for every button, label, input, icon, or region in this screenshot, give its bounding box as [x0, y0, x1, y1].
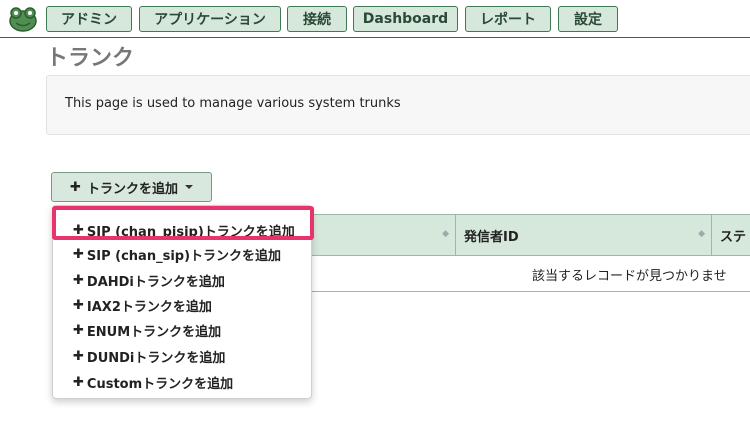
add-trunk-label: トランクを追加 — [86, 181, 178, 197]
menu-item-dahdi[interactable]: ✚ DAHDiトランクを追加 — [53, 268, 311, 292]
menu-item-sip-chan-sip[interactable]: ✚ SIP (chan_sip)トランクを追加 — [53, 242, 311, 266]
nav-reports[interactable]: レポート — [465, 6, 551, 32]
nav-settings[interactable]: 設定 — [558, 6, 618, 32]
sort-icon: ◆ — [698, 229, 705, 239]
nav-connectivity[interactable]: 接続 — [287, 6, 347, 32]
caret-down-icon — [184, 185, 193, 189]
nav-dashboard[interactable]: Dashboard — [353, 6, 458, 32]
description-panel: This page is used to manage various syst… — [46, 75, 750, 135]
column-header-status[interactable]: ステ — [711, 215, 750, 255]
frog-logo-icon[interactable] — [8, 5, 38, 33]
nav-admin[interactable]: アドミン — [46, 6, 132, 32]
menu-item-dundi[interactable]: ✚ DUNDiトランクを追加 — [53, 344, 311, 368]
highlight-box — [52, 206, 314, 240]
menu-item-custom[interactable]: ✚ Customトランクを追加 — [53, 370, 311, 394]
plus-icon: ✚ — [73, 348, 84, 364]
top-nav: アドミン アプリケーション 接続 Dashboard レポート 設定 — [0, 0, 750, 38]
column-header-caller-id[interactable]: 発信者ID ◆ — [455, 215, 711, 255]
nav-applications[interactable]: アプリケーション — [139, 6, 281, 32]
plus-icon: ✚ — [73, 322, 84, 338]
plus-icon: ✚ — [73, 272, 84, 288]
plus-icon: ✚ — [73, 246, 84, 262]
no-records-message: 該当するレコードが見つかりませ — [532, 269, 727, 284]
sort-icon: ◆ — [442, 229, 449, 239]
plus-icon: ✚ — [73, 297, 84, 313]
plus-icon: ✚ — [70, 179, 81, 195]
page-title: トランク — [46, 46, 135, 71]
plus-icon: ✚ — [73, 374, 84, 390]
description-text: This page is used to manage various syst… — [65, 96, 401, 111]
add-trunk-button[interactable]: ✚ トランクを追加 — [51, 172, 212, 202]
menu-item-iax2[interactable]: ✚ IAX2トランクを追加 — [53, 293, 311, 317]
menu-item-enum[interactable]: ✚ ENUMトランクを追加 — [53, 318, 311, 342]
